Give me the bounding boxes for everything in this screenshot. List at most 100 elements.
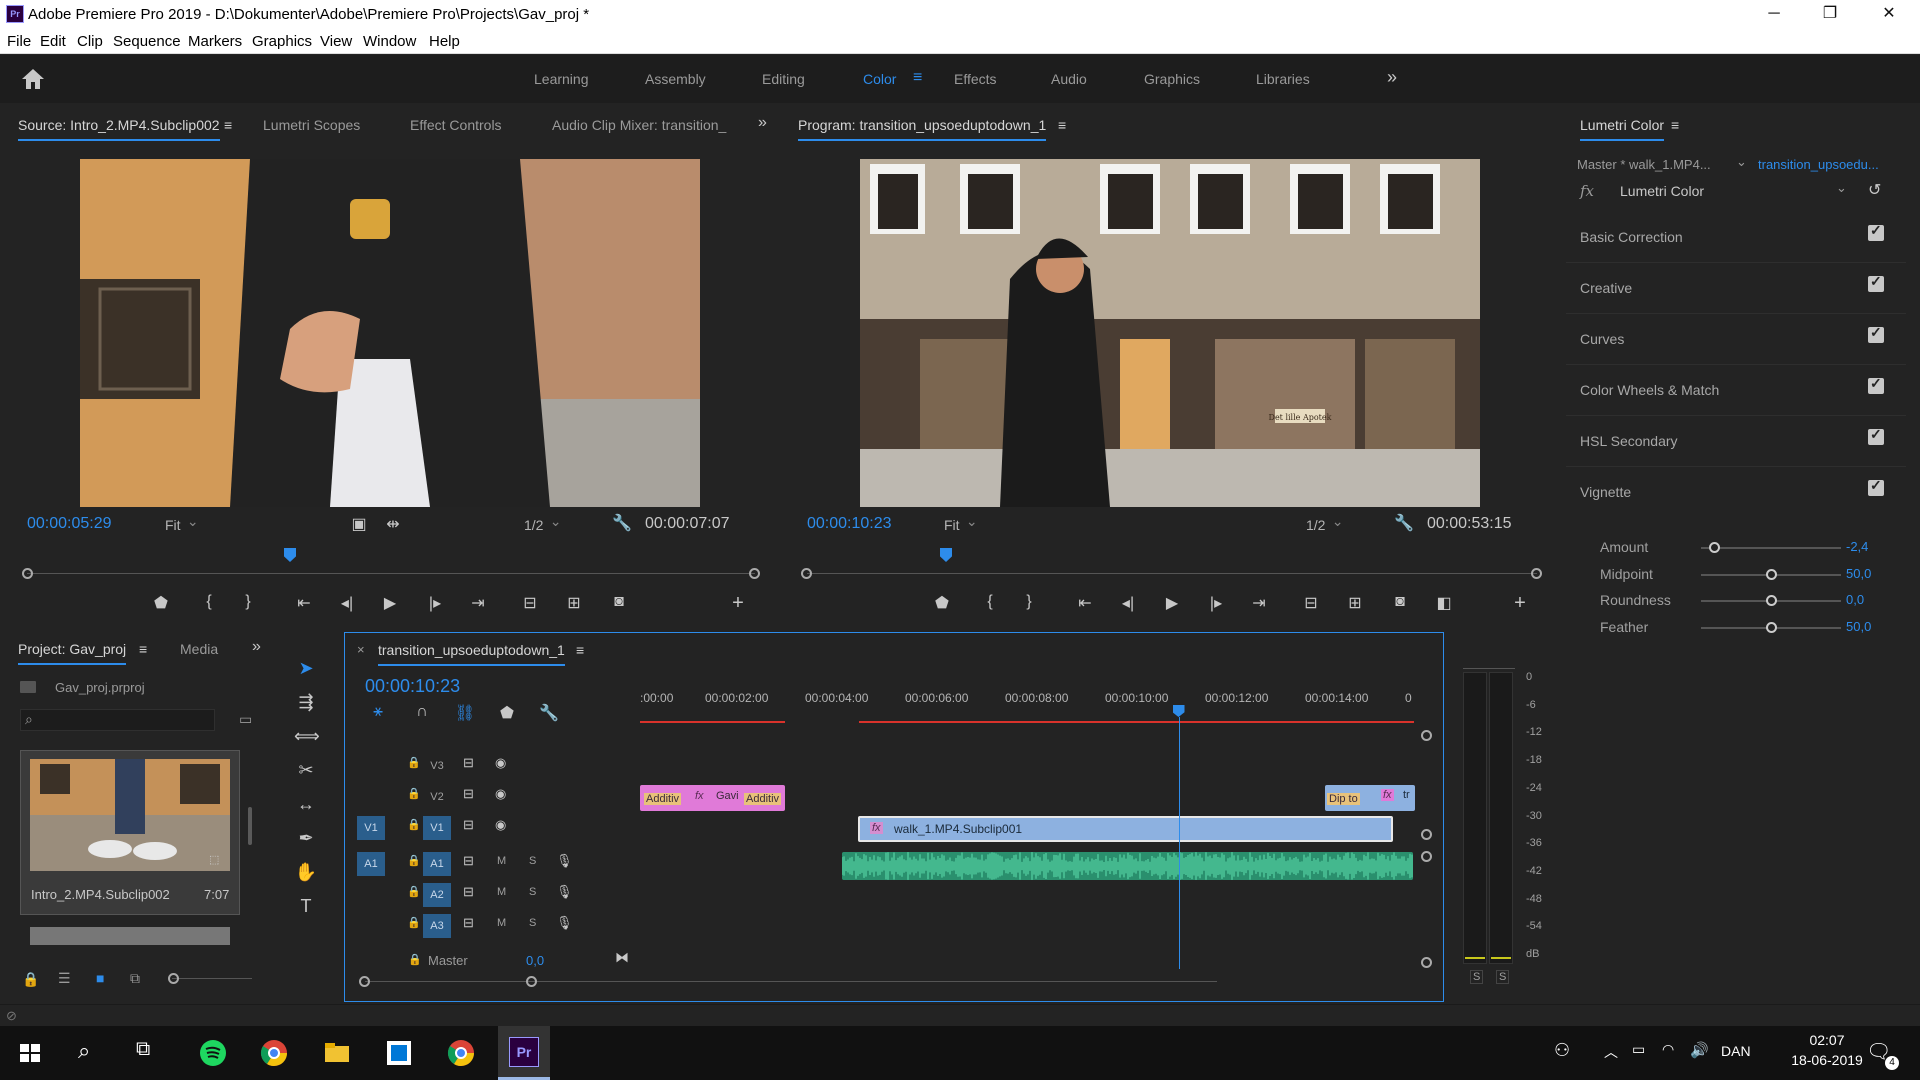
selection-tool-icon[interactable]: ➤: [294, 658, 318, 682]
status-icon[interactable]: ⊘: [6, 1008, 17, 1024]
timeline-playhead-line[interactable]: [1178, 717, 1180, 969]
menu-view[interactable]: View: [320, 33, 352, 50]
program-title[interactable]: Program: transition_upsoeduptodown_1: [798, 117, 1047, 141]
menu-file[interactable]: File: [7, 33, 31, 50]
sync-lock-icon[interactable]: ⊟: [463, 755, 474, 771]
workspace-libraries[interactable]: Libraries: [1256, 71, 1310, 87]
section-enable-checkbox[interactable]: [1868, 273, 1884, 292]
source-wrench-icon[interactable]: 🔧: [611, 513, 633, 533]
menu-edit[interactable]: Edit: [40, 33, 66, 50]
clock-date[interactable]: 18-06-2019: [1787, 1052, 1867, 1068]
sync-lock-icon[interactable]: ⊟: [463, 817, 474, 833]
spotify-icon[interactable]: [198, 1038, 228, 1068]
source-scrub-end-handle[interactable]: [749, 568, 760, 579]
reset-effect-icon[interactable]: ↺: [1868, 180, 1881, 200]
sync-lock-icon[interactable]: ⊟: [463, 915, 474, 931]
source-step-back-icon[interactable]: ◂|: [336, 593, 358, 613]
solo-button[interactable]: S: [529, 886, 536, 898]
program-play-icon[interactable]: ▶: [1161, 593, 1183, 613]
vignette-value[interactable]: 50,0: [1846, 566, 1871, 581]
source-scrub-bar[interactable]: [27, 573, 755, 574]
maximize-button[interactable]: ❐: [1801, 0, 1859, 28]
transition-label[interactable]: Additiv: [744, 793, 782, 805]
menu-window[interactable]: Window: [363, 33, 416, 50]
windows-start-icon[interactable]: [15, 1038, 45, 1068]
voice-over-mic-icon[interactable]: 🎙: [556, 853, 573, 869]
lumetri-menu-icon[interactable]: ≡: [1671, 117, 1679, 133]
menu-clip[interactable]: Clip: [77, 33, 103, 50]
section-vignette[interactable]: Vignette: [1566, 468, 1906, 518]
clip-v1-walk[interactable]: fx walk_1.MP4.Subclip001: [858, 816, 1393, 842]
section-enable-checkbox[interactable]: [1868, 477, 1884, 496]
source-go-to-in-icon[interactable]: ⇤: [293, 593, 315, 613]
pen-tool-icon[interactable]: ✒: [294, 828, 318, 852]
volume-icon[interactable]: 🔊: [1690, 1041, 1709, 1059]
zoom-slider-knob[interactable]: [168, 973, 179, 984]
icon-view-icon[interactable]: ■: [96, 970, 104, 986]
source-insert-icon[interactable]: ⇹: [382, 514, 404, 534]
program-video-frame[interactable]: Det lille Apotek: [860, 159, 1480, 507]
source-patch-button[interactable]: V1: [357, 816, 385, 840]
program-mark-out-icon[interactable]: }: [1018, 593, 1040, 611]
tab-audio-clip-mixer[interactable]: Audio Clip Mixer: transition_: [552, 117, 730, 133]
type-tool-icon[interactable]: T: [294, 896, 318, 920]
program-scrub-bar[interactable]: [807, 573, 1537, 574]
file-explorer-icon[interactable]: [322, 1038, 352, 1068]
timeline-sequence-tab[interactable]: transition_upsoeduptodown_1: [378, 642, 565, 666]
source-play-icon[interactable]: ▶: [379, 593, 401, 613]
toggle-output-eye-icon[interactable]: ◉: [495, 786, 506, 802]
lumetri-master-chevron-icon[interactable]: ⌄: [1736, 154, 1747, 170]
project-item-thumbnail[interactable]: ⬚ Intro_2.MP4.Subclip002 7:07: [20, 750, 240, 915]
new-bin-icon[interactable]: ▭: [239, 711, 252, 728]
program-add-button-icon[interactable]: +: [1509, 592, 1531, 615]
minimize-button[interactable]: ─: [1745, 0, 1803, 28]
project-item-thumbnail-2[interactable]: [30, 927, 230, 945]
voice-over-mic-icon[interactable]: 🎙: [556, 915, 573, 931]
menu-help[interactable]: Help: [429, 33, 460, 50]
workspace-learning[interactable]: Learning: [534, 71, 589, 87]
workspaces-overflow-icon[interactable]: »: [1387, 67, 1397, 88]
store-app-icon[interactable]: [384, 1038, 414, 1068]
source-add-button-icon[interactable]: +: [727, 592, 749, 615]
master-volume-value[interactable]: 0,0: [526, 953, 544, 968]
program-scrub-end-handle[interactable]: [1531, 568, 1542, 579]
program-comparison-view-icon[interactable]: ◧: [1433, 593, 1455, 613]
vignette-value[interactable]: 50,0: [1846, 619, 1871, 634]
slip-tool-icon[interactable]: ↔: [294, 794, 318, 818]
lock-icon[interactable]: 🔒: [22, 971, 39, 988]
lumetri-title[interactable]: Lumetri Color: [1580, 117, 1665, 141]
source-playhead[interactable]: [284, 548, 296, 562]
menu-sequence[interactable]: Sequence: [113, 33, 181, 50]
input-language[interactable]: DAN: [1721, 1043, 1751, 1059]
project-menu-icon[interactable]: ≡: [139, 641, 147, 657]
vignette-value[interactable]: -2,4: [1846, 539, 1868, 554]
track-lock-icon[interactable]: 🔒: [407, 787, 421, 800]
timeline-vscroll-bottom-handle[interactable]: [1421, 957, 1432, 968]
zoom-slider[interactable]: [172, 978, 252, 979]
project-scrollbar[interactable]: [248, 807, 252, 845]
nest-sequence-icon[interactable]: ⚹: [367, 703, 389, 721]
program-go-to-in-icon[interactable]: ⇤: [1074, 593, 1096, 613]
track-lock-icon[interactable]: 🔒: [407, 854, 421, 867]
section-enable-checkbox[interactable]: [1868, 426, 1884, 445]
clip-v2-transition-group[interactable]: Additiv fx Gavi Additiv: [640, 785, 785, 811]
solo-button[interactable]: S: [529, 917, 536, 929]
tab-lumetri-scopes[interactable]: Lumetri Scopes: [263, 117, 360, 133]
timeline-hscroll-right-handle[interactable]: [526, 976, 537, 987]
close-button[interactable]: ✕: [1860, 0, 1918, 28]
project-tabs-overflow-icon[interactable]: »: [252, 638, 261, 656]
toggle-output-eye-icon[interactable]: ◉: [495, 755, 506, 771]
workspace-menu-icon[interactable]: ≡: [913, 69, 922, 87]
section-curves[interactable]: Curves: [1566, 315, 1906, 365]
transition-label[interactable]: Dip to: [1327, 793, 1360, 805]
section-color-wheels[interactable]: Color Wheels & Match: [1566, 366, 1906, 416]
source-scrub-start-handle[interactable]: [22, 568, 33, 579]
menu-markers[interactable]: Markers: [188, 33, 242, 50]
timeline-timecode[interactable]: 00:00:10:23: [365, 676, 460, 697]
toggle-output-eye-icon[interactable]: ◉: [495, 817, 506, 833]
program-go-to-out-icon[interactable]: ⇥: [1248, 593, 1270, 613]
hand-tool-icon[interactable]: ✋: [294, 862, 318, 886]
section-enable-checkbox[interactable]: [1868, 222, 1884, 241]
track-lock-icon[interactable]: 🔒: [407, 818, 421, 831]
tab-project[interactable]: Project: Gav_proj: [18, 641, 127, 665]
